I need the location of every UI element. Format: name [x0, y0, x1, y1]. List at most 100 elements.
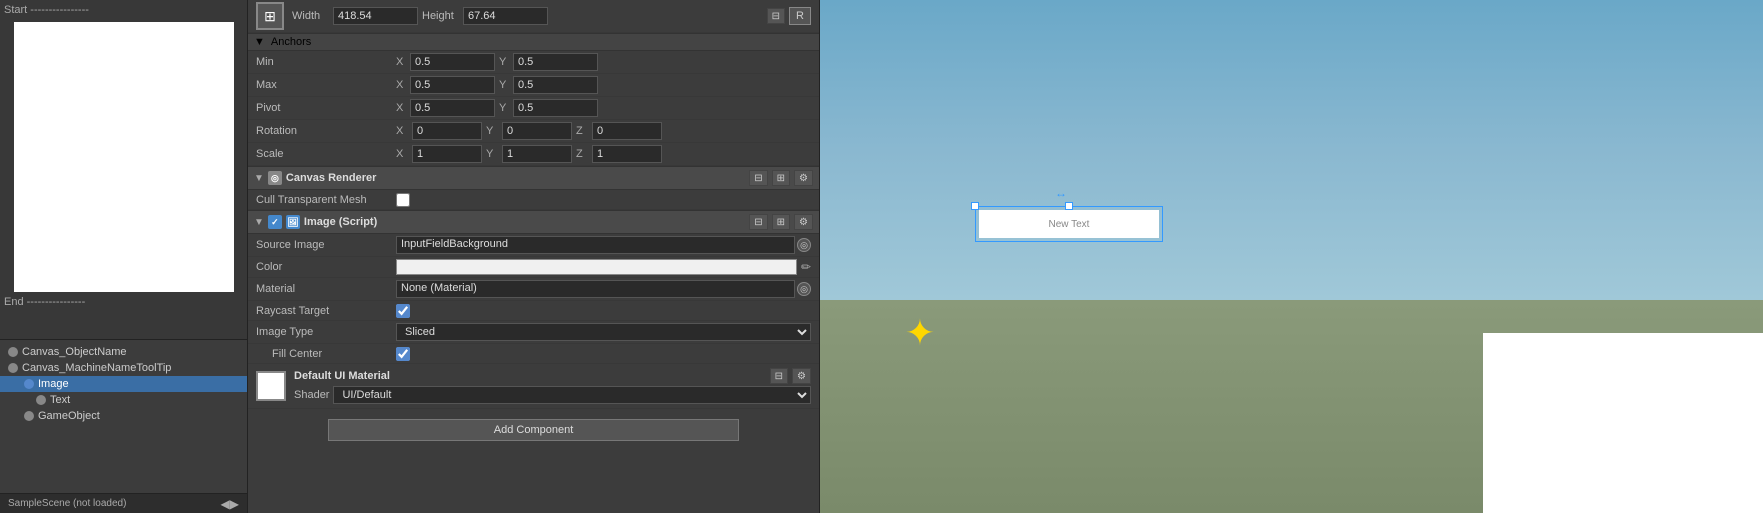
scale-values: X Y Z	[396, 145, 811, 163]
max-y-pair: Y	[499, 76, 598, 94]
min-y-input[interactable]	[513, 53, 598, 71]
scale-z-input[interactable]	[592, 145, 662, 163]
raycast-checkbox[interactable]	[396, 304, 410, 318]
hierarchy-item-canvas-machinenametooltip[interactable]: Canvas_MachineNameToolTip	[0, 360, 247, 376]
x-label: X	[396, 102, 408, 114]
image-type-label: Image Type	[256, 326, 396, 338]
scale-row: Scale X Y Z	[248, 143, 819, 166]
pivot-label: Pivot	[256, 102, 396, 114]
image-script-tool1[interactable]: ⊟	[749, 214, 767, 230]
canvas-renderer-icon: ◎	[268, 171, 282, 185]
pivot-y-pair: Y	[499, 99, 598, 117]
start-separator: Start ----------------	[4, 4, 243, 16]
image-type-row: Image Type Sliced	[248, 321, 819, 344]
image-type-select[interactable]: Sliced	[396, 323, 811, 341]
hierarchy-label: Text	[50, 394, 70, 406]
fill-center-checkbox[interactable]	[396, 347, 410, 361]
hierarchy-item-image[interactable]: Image	[0, 376, 247, 392]
image-script-tool3[interactable]: ⚙	[794, 214, 813, 230]
material-picker[interactable]: ◎	[797, 282, 811, 296]
add-component-button[interactable]: Add Component	[328, 419, 739, 441]
scale-label: Scale	[256, 148, 396, 160]
material-tool2[interactable]: ⚙	[792, 368, 811, 384]
inspector-panel: ⊞ Width Height ⊟ R ▼ Anchors Min X Y	[248, 0, 820, 513]
image-script-icon: ✓	[268, 215, 282, 229]
height-group: Height	[422, 7, 548, 25]
cull-checkbox[interactable]	[396, 193, 410, 207]
material-info: Default UI Material ⊟ ⚙ Shader UI/Defaul…	[294, 368, 811, 404]
rotation-x-input[interactable]	[412, 122, 482, 140]
raycast-row: Raycast Target	[248, 301, 819, 321]
canvas-renderer-tool3[interactable]: ⚙	[794, 170, 813, 186]
r-button[interactable]: R	[789, 7, 811, 25]
scale-y-input[interactable]	[502, 145, 572, 163]
image-script-icon2: 🖼	[286, 215, 300, 229]
object-icon	[8, 347, 18, 357]
image-script-tool2[interactable]: ⊞	[772, 214, 790, 230]
image-script-arrow: ▼	[254, 217, 264, 228]
expand-icon[interactable]: ◀▶	[221, 497, 239, 511]
scale-x-input[interactable]	[412, 145, 482, 163]
fill-center-row: Fill Center	[248, 344, 819, 364]
min-y-pair: Y	[499, 53, 598, 71]
canvas-renderer-tool2[interactable]: ⊞	[772, 170, 790, 186]
width-group: Width	[292, 7, 418, 25]
color-picker-icon[interactable]: ✏	[801, 260, 811, 274]
material-row: Material None (Material) ◎	[248, 278, 819, 301]
source-image-row: Source Image InputFieldBackground ◎	[248, 234, 819, 257]
shader-select[interactable]: UI/Default	[333, 386, 811, 404]
constraints-icon-btn[interactable]: ⊟	[767, 8, 785, 24]
color-swatch[interactable]	[396, 259, 797, 275]
sun-icon: ✦	[900, 313, 940, 353]
anchors-label: Anchors	[271, 36, 311, 48]
arrow-left: ↔	[1055, 186, 1067, 200]
color-row: Color ✏	[248, 257, 819, 278]
hierarchy-label: GameObject	[38, 410, 100, 422]
handle-br[interactable]	[971, 202, 979, 210]
z-label: Z	[576, 125, 588, 137]
pivot-x-pair: X	[396, 99, 495, 117]
cull-label: Cull Transparent Mesh	[256, 194, 396, 206]
max-x-pair: X	[396, 76, 495, 94]
left-panel: Start ---------------- End -------------…	[0, 0, 248, 513]
rect-transform-header: ⊞ Width Height ⊟ R	[248, 0, 819, 33]
pivot-x-input[interactable]	[410, 99, 495, 117]
rotation-row: Rotation X Y Z	[248, 120, 819, 143]
width-input[interactable]	[333, 7, 418, 25]
material-preview	[256, 371, 286, 401]
height-input[interactable]	[463, 7, 548, 25]
max-values: X Y	[396, 76, 811, 94]
hierarchy-item-gameobject[interactable]: GameObject	[0, 408, 247, 424]
pivot-y-input[interactable]	[513, 99, 598, 117]
color-label: Color	[256, 261, 396, 273]
fill-center-label: Fill Center	[256, 348, 396, 360]
material-value: None (Material) ◎	[396, 280, 811, 298]
x-label: X	[396, 79, 408, 91]
rotation-y-input[interactable]	[502, 122, 572, 140]
add-component-area: Add Component	[248, 409, 819, 451]
min-x-input[interactable]	[410, 53, 495, 71]
handle-bm[interactable]	[1065, 202, 1073, 210]
z-label: Z	[576, 148, 588, 160]
color-value: ✏	[396, 259, 811, 275]
y-label: Y	[499, 102, 511, 114]
y-label: Y	[486, 125, 498, 137]
hierarchy-item-canvas-objectname[interactable]: Canvas_ObjectName	[0, 344, 247, 360]
source-image-picker[interactable]: ◎	[797, 238, 811, 252]
max-x-input[interactable]	[410, 76, 495, 94]
end-separator: End ----------------	[4, 296, 243, 308]
image-script-label: Image (Script)	[304, 216, 377, 228]
fill-center-value	[396, 347, 811, 361]
max-y-input[interactable]	[513, 76, 598, 94]
hierarchy-label: Image	[38, 378, 69, 390]
hierarchy-item-text[interactable]: Text	[0, 392, 247, 408]
canvas-renderer-tool1[interactable]: ⊟	[749, 170, 767, 186]
input-field-preview: New Text	[979, 210, 1159, 238]
object-icon	[8, 363, 18, 373]
max-label: Max	[256, 79, 396, 91]
material-tool1[interactable]: ⊟	[770, 368, 788, 384]
cull-value	[396, 193, 811, 207]
rotation-z-input[interactable]	[592, 122, 662, 140]
object-icon	[24, 379, 34, 389]
min-values: X Y	[396, 53, 811, 71]
